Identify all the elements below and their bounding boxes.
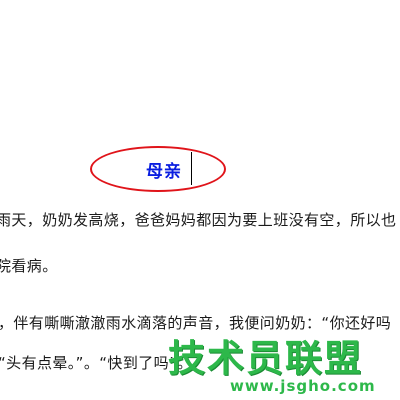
document-title[interactable]: 母亲 bbox=[146, 157, 182, 182]
watermark-logo: 技术员联盟 www.jsgho.com bbox=[168, 328, 388, 400]
watermark-text: 技术员联盟 bbox=[168, 337, 363, 380]
title-annotation: 母亲 bbox=[90, 146, 226, 192]
paragraph-line-2[interactable]: 院看病。 bbox=[0, 255, 58, 276]
watermark-url: www.jsgho.com bbox=[230, 377, 376, 395]
paragraph-line-1[interactable]: 雨天，奶奶发高烧，爸爸妈妈都因为要上班没有空，所以也 bbox=[0, 209, 396, 230]
text-cursor bbox=[191, 152, 192, 185]
paragraph-line-4[interactable]: “头有点晕。”。“快到了吗”。 bbox=[0, 352, 193, 373]
document-page[interactable]: 母亲 雨天，奶奶发高烧，爸爸妈妈都因为要上班没有空，所以也 院看病。 ，伴有嘶嘶… bbox=[0, 0, 400, 400]
